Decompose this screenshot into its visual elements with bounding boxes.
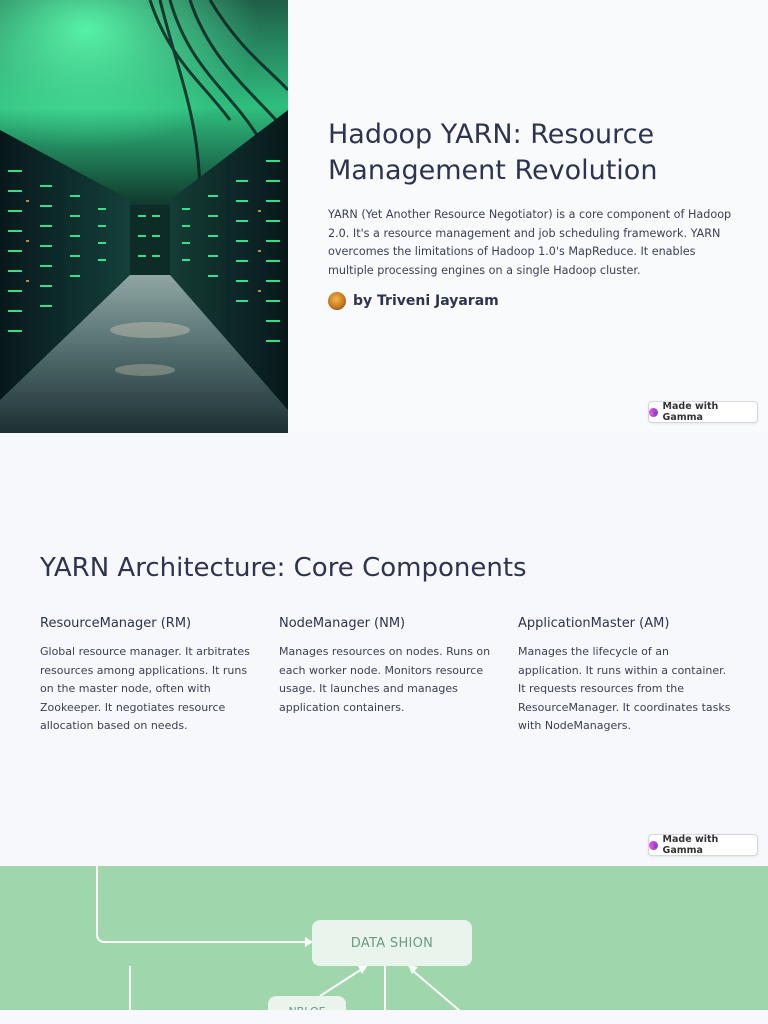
- page-bottom-strip: [0, 1010, 768, 1024]
- component-description: Manages resources on nodes. Runs on each…: [279, 645, 491, 714]
- component-nodemanager: NodeManager (NM) Manages resources on no…: [279, 616, 494, 717]
- component-heading: ResourceManager (RM): [40, 616, 192, 631]
- component-heading: ApplicationMaster (AM): [518, 616, 670, 631]
- author-name: by Triveni Jayaram: [353, 293, 499, 309]
- diagram-connector: [96, 866, 305, 943]
- component-description: Manages the lifecycle of an application.…: [518, 645, 731, 732]
- diagram-connector: [411, 969, 461, 1012]
- component-applicationmaster: ApplicationMaster (AM) Manages the lifec…: [518, 616, 733, 736]
- architecture-slide: YARN Architecture: Core Components Resou…: [0, 433, 768, 866]
- author-byline: by Triveni Jayaram: [328, 292, 499, 310]
- diagram-connector: [319, 968, 363, 997]
- presentation-title: Hadoop YARN: Resource Management Revolut…: [328, 119, 658, 186]
- component-description: Global resource manager. It arbitrates r…: [40, 645, 250, 732]
- title-slide: Hadoop YARN: Resource Management Revolut…: [0, 0, 768, 433]
- server-room-image: [0, 0, 288, 433]
- component-resourcemanager: ResourceManager (RM) Global resource man…: [40, 616, 255, 736]
- gamma-logo-icon: [649, 407, 658, 417]
- badge-label: Made with Gamma: [662, 401, 719, 423]
- author-avatar: [328, 292, 346, 310]
- made-with-gamma-badge[interactable]: Made with Gamma: [648, 401, 758, 423]
- diagram-node-data: DATA SHION: [312, 920, 472, 966]
- badge-label: Made with Gamma: [662, 834, 719, 856]
- component-heading: NodeManager (NM): [279, 616, 406, 631]
- made-with-gamma-badge[interactable]: Made with Gamma: [648, 834, 758, 856]
- presentation-description: YARN (Yet Another Resource Negotiator) i…: [328, 208, 732, 277]
- diagram-slide: DATA SHION NBLOE: [0, 866, 768, 1024]
- gamma-logo-icon: [649, 840, 658, 850]
- architecture-title: YARN Architecture: Core Components: [40, 553, 527, 583]
